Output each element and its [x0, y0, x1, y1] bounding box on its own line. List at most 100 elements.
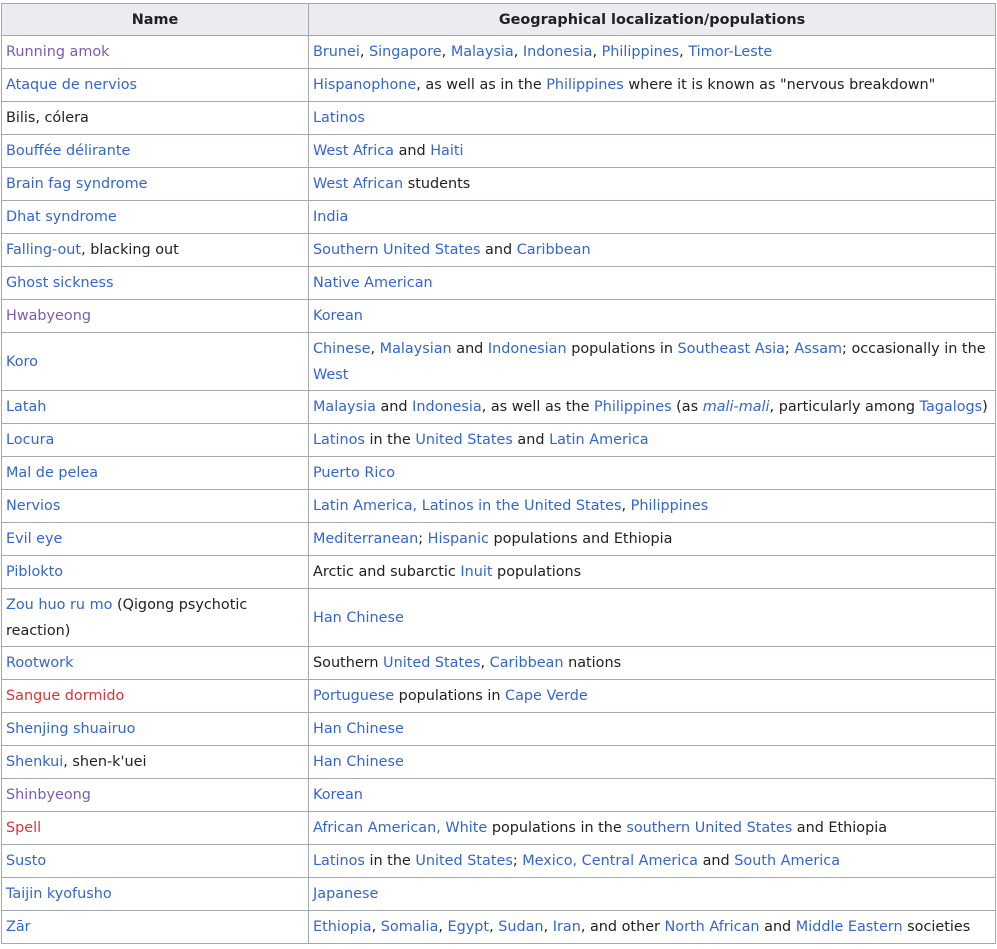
link-tagalogs[interactable]: Tagalogs [920, 399, 983, 415]
link-han-chinese[interactable]: Han Chinese [313, 754, 404, 770]
link-indonesian[interactable]: Indonesian [488, 341, 567, 357]
link-inuit[interactable]: Inuit [460, 564, 492, 580]
cell-text: and [394, 143, 431, 159]
link-rootwork[interactable]: Rootwork [6, 655, 73, 671]
link-latin-america[interactable]: Latin America [313, 498, 413, 514]
link-shenkui[interactable]: Shenkui [6, 754, 63, 770]
link-han-chinese[interactable]: Han Chinese [313, 721, 404, 737]
cell-text: and [512, 432, 550, 448]
link-falling-out[interactable]: Falling-out [6, 242, 81, 258]
name-cell: Shenjing shuairuo [1, 712, 309, 746]
link-north-african[interactable]: North African [665, 919, 760, 935]
link-south-america[interactable]: South America [734, 853, 840, 869]
link-egypt[interactable]: Egypt [448, 919, 490, 935]
link-united-states[interactable]: United States [415, 432, 512, 448]
table-row: Susto Latinos in the United States; Mexic… [1, 844, 996, 878]
link-united-states[interactable]: United States [383, 655, 480, 671]
link-central-america[interactable]: Central America [582, 853, 698, 869]
geography-cell: Southern United States, Caribbean nation… [308, 646, 996, 680]
link-mali-mali[interactable]: mali-mali [703, 399, 770, 415]
link-timor-leste[interactable]: Timor-Leste [688, 44, 772, 60]
link-latinos[interactable]: Latinos [313, 110, 365, 126]
link-korean[interactable]: Korean [313, 787, 363, 803]
link-mediterranean[interactable]: Mediterranean [313, 531, 418, 547]
link-native-american[interactable]: Native American [313, 275, 433, 291]
link-zar[interactable]: Zār [6, 919, 31, 935]
link-white[interactable]: White [445, 820, 487, 836]
link-sudan[interactable]: Sudan [498, 919, 543, 935]
link-taijin-kyofusho[interactable]: Taijin kyofusho [6, 886, 112, 902]
column-header-name[interactable]: Name [1, 3, 309, 36]
link-indonesia[interactable]: Indonesia [412, 399, 482, 415]
link-ethiopia[interactable]: Ethiopia [313, 919, 372, 935]
link-indonesia[interactable]: Indonesia [523, 44, 593, 60]
link-southeast-asia[interactable]: Southeast Asia [678, 341, 785, 357]
link-running-amok[interactable]: Running amok [6, 44, 110, 60]
link-singapore[interactable]: Singapore [369, 44, 442, 60]
link-sangue-dormido[interactable]: Sangue dormido [6, 688, 124, 704]
link-shinbyeong[interactable]: Shinbyeong [6, 787, 91, 803]
link-shenjing-shuairuo[interactable]: Shenjing shuairuo [6, 721, 135, 737]
link-latinos[interactable]: Latinos [313, 432, 365, 448]
link-mal-de-pelea[interactable]: Mal de pelea [6, 465, 98, 481]
link-nervios[interactable]: Nervios [6, 498, 60, 514]
link-iran[interactable]: Iran [553, 919, 581, 935]
link-brain-fag-syndrome[interactable]: Brain fag syndrome [6, 176, 147, 192]
link-ghost-sickness[interactable]: Ghost sickness [6, 275, 114, 291]
cell-text: , as well as the [481, 399, 595, 415]
link-united-states[interactable]: United States [415, 853, 512, 869]
link-ataque-de-nervios[interactable]: Ataque de nervios [6, 77, 137, 93]
link-brunei[interactable]: Brunei [313, 44, 360, 60]
link-chinese[interactable]: Chinese [313, 341, 371, 357]
link-philippines[interactable]: Philippines [602, 44, 680, 60]
link-latah[interactable]: Latah [6, 399, 46, 415]
link-west-african[interactable]: West African [313, 176, 403, 192]
link-caribbean[interactable]: Caribbean [517, 242, 591, 258]
link-african-american[interactable]: African American [313, 820, 436, 836]
link-hispanic[interactable]: Hispanic [428, 531, 489, 547]
link-west-africa[interactable]: West Africa [313, 143, 394, 159]
link-japanese[interactable]: Japanese [313, 886, 378, 902]
link-locura[interactable]: Locura [6, 432, 54, 448]
link-han-chinese[interactable]: Han Chinese [313, 610, 404, 626]
link-portuguese[interactable]: Portuguese [313, 688, 394, 704]
table-row: Dhat syndrome India [1, 200, 996, 234]
link-philippines[interactable]: Philippines [631, 498, 709, 514]
link-mexico[interactable]: Mexico [522, 853, 572, 869]
link-malaysia[interactable]: Malaysia [451, 44, 514, 60]
link-dhat-syndrome[interactable]: Dhat syndrome [6, 209, 117, 225]
link-latinos-in-the-united-states[interactable]: Latinos in the United States [422, 498, 622, 514]
link-haiti[interactable]: Haiti [430, 143, 463, 159]
link-malaysian[interactable]: Malaysian [380, 341, 452, 357]
link-piblokto[interactable]: Piblokto [6, 564, 63, 580]
link-assam[interactable]: Assam [794, 341, 842, 357]
link-philippines[interactable]: Philippines [546, 77, 624, 93]
link-susto[interactable]: Susto [6, 853, 46, 869]
link-southern-united-states[interactable]: Southern United States [313, 242, 480, 258]
link-cape-verde[interactable]: Cape Verde [505, 688, 588, 704]
link-caribbean[interactable]: Caribbean [490, 655, 564, 671]
link-west[interactable]: West [313, 367, 348, 383]
link-india[interactable]: India [313, 209, 348, 225]
link-latinos[interactable]: Latinos [313, 853, 365, 869]
link-korean[interactable]: Korean [313, 308, 363, 324]
link-spell[interactable]: Spell [6, 820, 41, 836]
link-philippines[interactable]: Philippines [594, 399, 672, 415]
link-latin-america[interactable]: Latin America [549, 432, 649, 448]
link-malaysia[interactable]: Malaysia [313, 399, 376, 415]
table-row: Shinbyeong Korean [1, 778, 996, 812]
link-evil-eye[interactable]: Evil eye [6, 531, 62, 547]
link-bouffee-delirante[interactable]: Bouffée délirante [6, 143, 130, 159]
link-southern-united-states[interactable]: southern United States [626, 820, 792, 836]
link-koro[interactable]: Koro [6, 354, 38, 370]
geography-cell: West African students [308, 167, 996, 201]
link-puerto-rico[interactable]: Puerto Rico [313, 465, 395, 481]
cell-text: , particularly among [769, 399, 920, 415]
link-zou-huo-ru-mo[interactable]: Zou huo ru mo [6, 597, 112, 613]
column-header-geography[interactable]: Geographical localization/populations [308, 3, 996, 36]
link-somalia[interactable]: Somalia [381, 919, 439, 935]
link-middle-eastern[interactable]: Middle Eastern [796, 919, 903, 935]
link-hispanophone[interactable]: Hispanophone [313, 77, 416, 93]
link-hwabyeong[interactable]: Hwabyeong [6, 308, 91, 324]
cell-text: nations [563, 655, 622, 671]
